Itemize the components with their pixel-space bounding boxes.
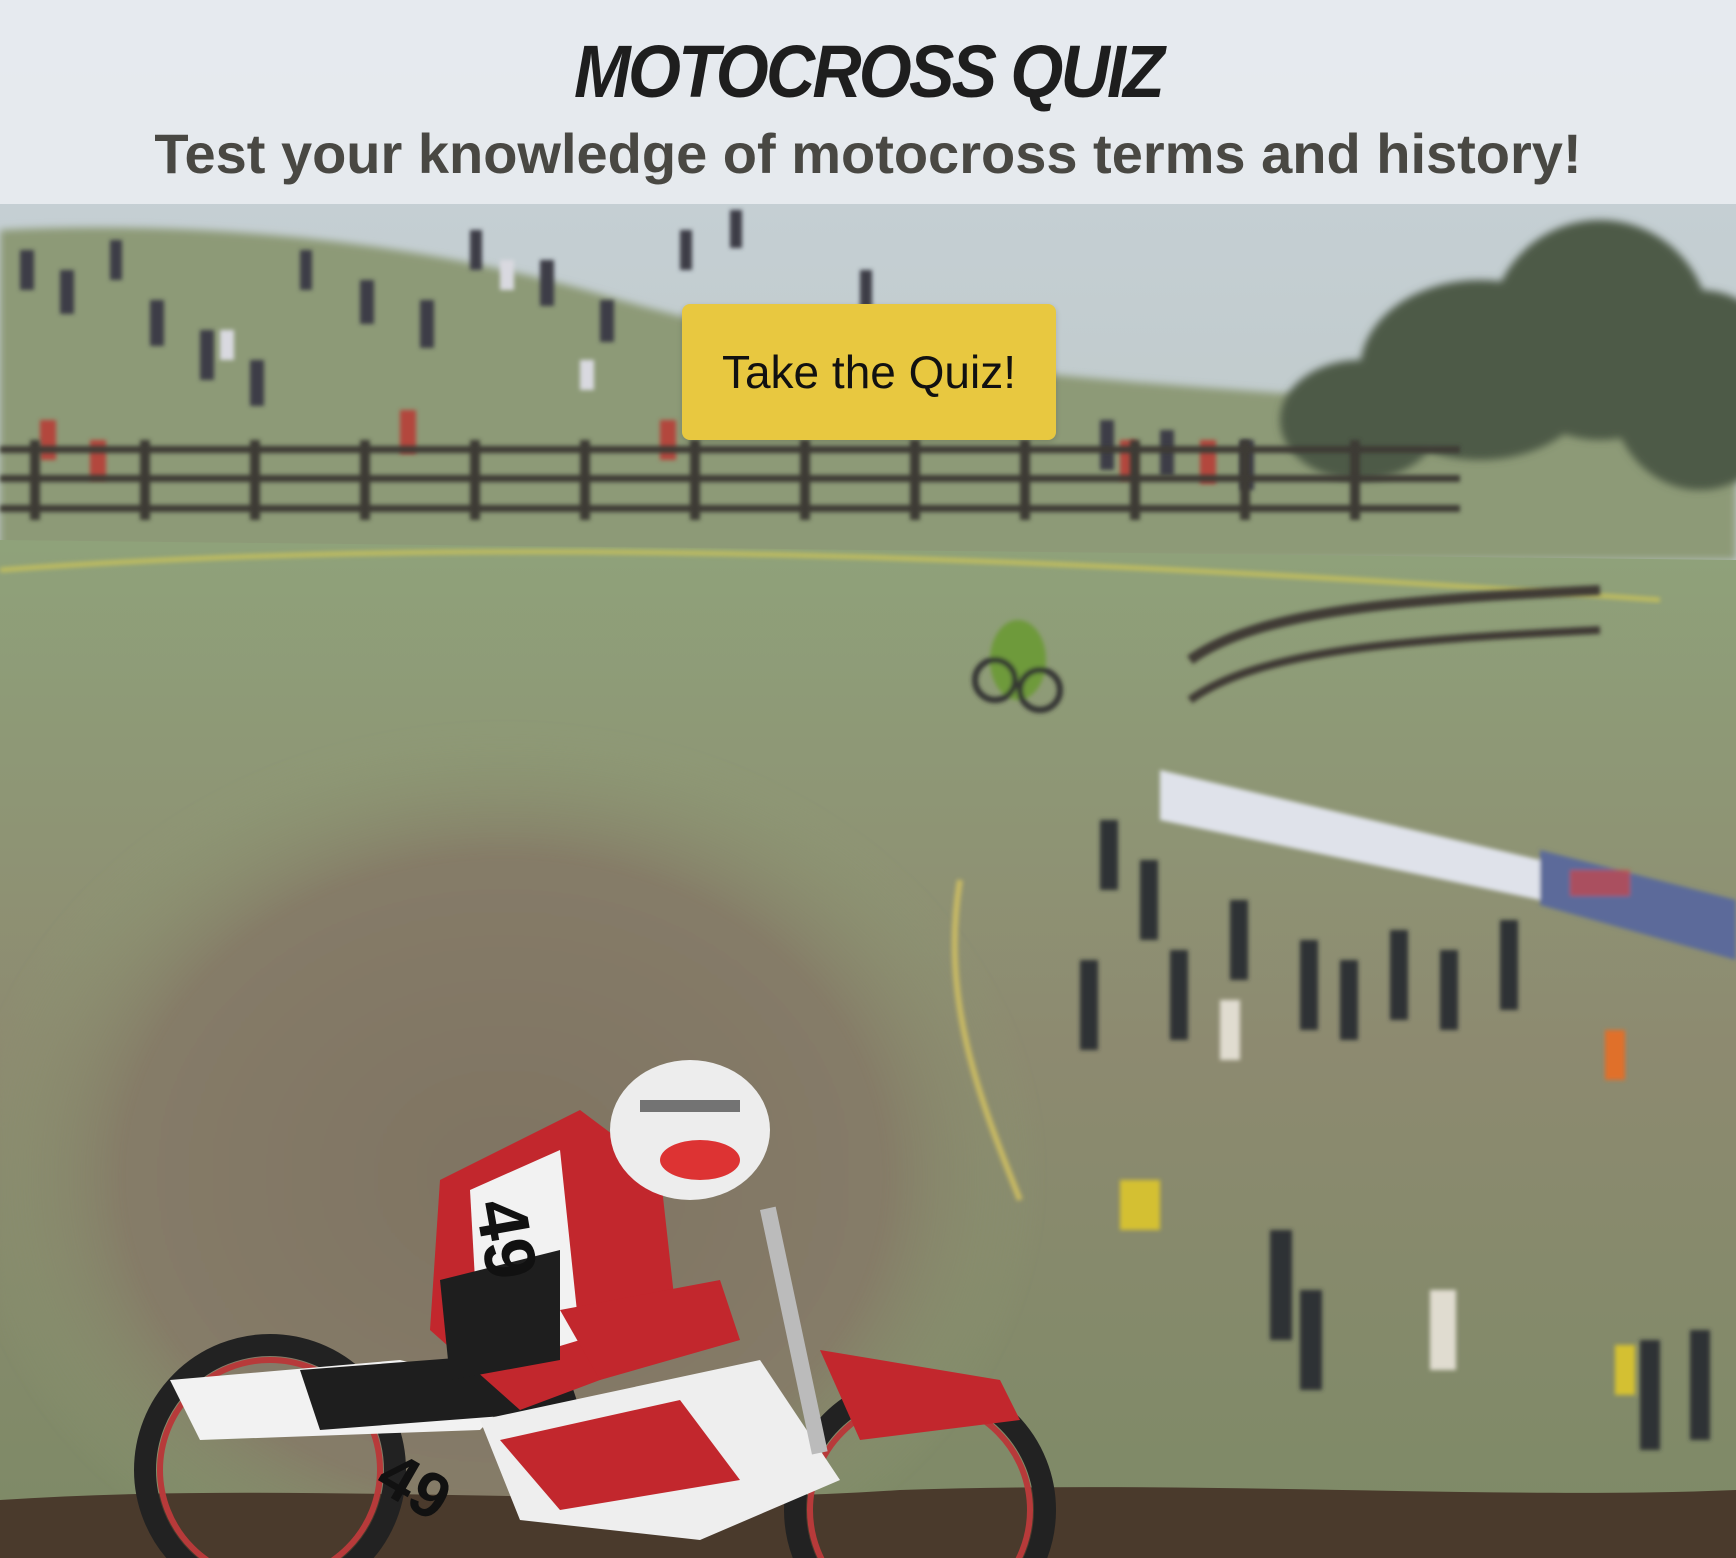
page-title: MOTOCROSS QUIZ xyxy=(574,30,1165,113)
page-subtitle: Test your knowledge of motocross terms a… xyxy=(154,122,1582,185)
page-header: MOTOCROSS QUIZ Test your knowledge of mo… xyxy=(0,0,1736,204)
rider-number-back: 49 xyxy=(459,1193,552,1286)
quiz-landing-page: 49 49 MOTOCROSS QUIZ Test your knowledge… xyxy=(0,0,1736,1558)
motocross-background-photo: 49 49 xyxy=(0,0,1736,1558)
take-quiz-button[interactable]: Take the Quiz! xyxy=(682,304,1056,440)
